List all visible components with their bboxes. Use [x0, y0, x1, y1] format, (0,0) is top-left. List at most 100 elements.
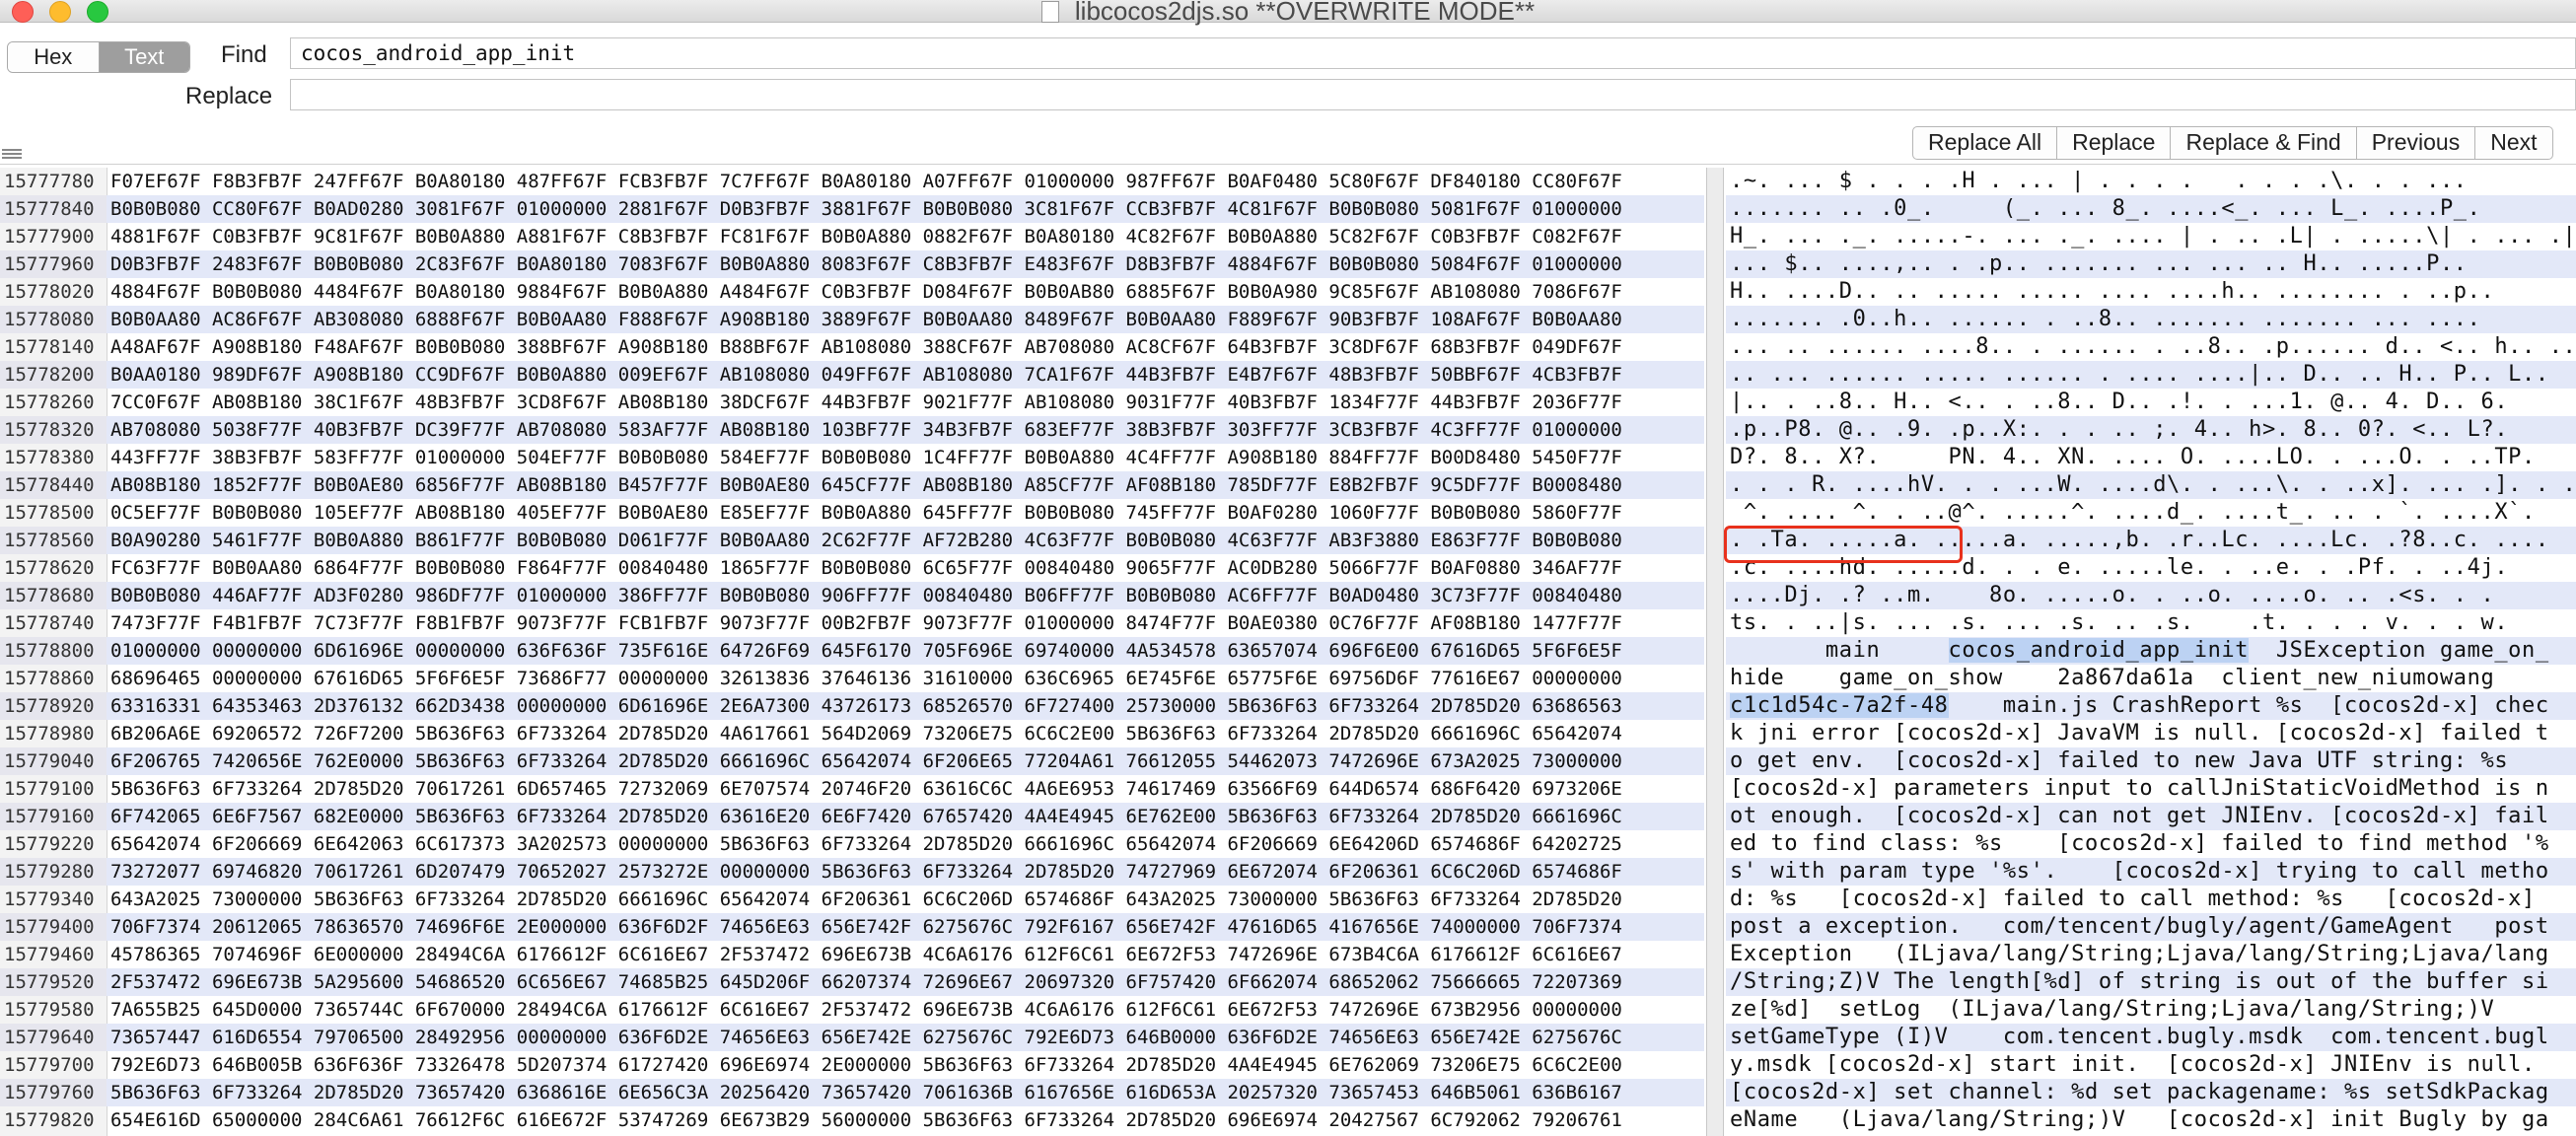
text-row[interactable]: ed to find class: %s [cocos2d-x] failed … — [1726, 830, 2576, 858]
offset-label: 15778860 — [4, 668, 95, 689]
hex-row[interactable]: 4881F67F C0B3FB7F 9C81F67F B0B0A880 A881… — [107, 223, 1704, 250]
offset-label: 15779640 — [0, 1024, 107, 1051]
text-row[interactable]: k jni error [cocos2d-x] JavaVM is null. … — [1726, 720, 2576, 747]
text-row[interactable]: ot enough. [cocos2d-x] can not get JNIEn… — [1726, 803, 2576, 830]
offset-label: 15777780 — [4, 171, 95, 192]
hex-row[interactable]: 68696465 00000000 67616D65 5F6F6E5F 7368… — [107, 665, 1704, 692]
text-row[interactable]: [cocos2d-x] set channel: %d set packagen… — [1726, 1079, 2576, 1106]
hex-row[interactable]: B0AA0180 989DF67F A908B180 CC9DF67F B0B0… — [107, 361, 1704, 389]
hex-editor: 15777780 15777840 15777900 15777960 15778020… — [0, 168, 2576, 1136]
offset-label: 15778920 — [0, 692, 107, 720]
text-row[interactable]: c1c1d54c-7a2f-48 main.js CrashReport %s … — [1726, 692, 2576, 720]
replace-and-find-button[interactable]: Replace & Find — [2171, 127, 2357, 159]
hex-row[interactable]: 01000000 00000000 6D61696E 00000000 636F… — [107, 637, 1704, 665]
text-row[interactable]: s' with param type '%s'. [cocos2d-x] try… — [1726, 858, 2576, 886]
text-row[interactable]: ... $.. ....,.. . .p.. ....... ... ... .… — [1726, 250, 2576, 278]
text-row[interactable]: .p..P8. @.. .9. .p..X:. . . .. ;. 4.. h>… — [1726, 416, 2576, 444]
mode-text-button[interactable]: Text — [99, 42, 189, 72]
hex-row[interactable]: B0B0B080 CC80F67F B0AD0280 3081F67F 0100… — [107, 195, 1704, 223]
hex-row[interactable]: AB708080 5038F77F 40B3FB7F DC39F77F AB70… — [107, 416, 1704, 444]
hex-text-mode-toggle[interactable]: Hex Text — [7, 41, 190, 73]
text-row[interactable]: eName (Ljava/lang/String;)V [cocos2d-x] … — [1726, 1106, 2576, 1134]
hex-row[interactable]: 443FF77F 38B3FB7F 583FF77F 01000000 504E… — [107, 444, 1704, 471]
offset-label: 15778260 — [4, 391, 95, 413]
offset-label: 15778380 — [4, 447, 95, 468]
text-row[interactable]: setGameType (I)V com.tencent.bugly.msdk … — [1726, 1024, 2576, 1051]
hex-row[interactable]: F07EF67F F8B3FB7F 247FF67F B0A80180 487F… — [107, 168, 1704, 195]
offset-label: 15779520 — [0, 968, 107, 996]
hex-row[interactable]: A48AF67F A908B180 F48AF67F B0B0B080 388B… — [107, 333, 1704, 361]
text-row[interactable]: ....Dj. .? ..m. 8o. .....o. . ..o. ....o… — [1726, 582, 2576, 609]
text-row[interactable]: /String;Z)V The length[%d] of string is … — [1726, 968, 2576, 996]
text-row[interactable]: H_. ... ._. .....-. ... ._. .... | . .. … — [1726, 223, 2576, 250]
replace-all-button[interactable]: Replace All — [1913, 127, 2058, 159]
find-label: Find — [221, 41, 267, 68]
offset-label: 15778020 — [4, 281, 95, 303]
hex-row[interactable]: 63316331 64353463 2D376132 662D3438 0000… — [107, 692, 1704, 720]
offset-label: 15778620 — [4, 557, 95, 579]
text-row[interactable]: ....... .0..h.. ...... . ..8.. ....... .… — [1726, 306, 2576, 333]
hex-row[interactable]: 45786365 7074696F 6E000000 28494C6A 6176… — [107, 941, 1704, 968]
text-row[interactable]: |.. . ..8.. H.. <.. . ..8.. D.. .!. . ..… — [1726, 389, 2576, 416]
hex-row[interactable]: 65642074 6F206669 6E642063 6C617373 3A20… — [107, 830, 1704, 858]
hex-row[interactable]: 5B636F63 6F733264 2D785D20 70617261 6D65… — [107, 775, 1704, 803]
offset-label: 15779100 — [4, 778, 95, 800]
hex-row[interactable]: 5B636F63 6F733264 2D785D20 73657420 6368… — [107, 1079, 1704, 1106]
next-button[interactable]: Next — [2475, 127, 2551, 159]
hex-pane[interactable]: F07EF67F F8B3FB7F 247FF67F B0A80180 487F… — [107, 168, 1704, 1136]
mode-hex-button[interactable]: Hex — [8, 42, 100, 72]
hex-row[interactable]: 7473F77F F4B1FB7F 7C73F77F F8B1FB7F 9073… — [107, 609, 1704, 637]
text-row[interactable]: y.msdk [cocos2d-x] start init. [cocos2d-… — [1726, 1051, 2576, 1079]
text-row[interactable]: d: %s [cocos2d-x] failed to call method:… — [1726, 886, 2576, 913]
text-row[interactable]: D?. 8.. X?. PN. 4.. XN. .... O. ....LO. … — [1726, 444, 2576, 471]
hex-row[interactable]: 6F742065 6E6F7567 682E0000 5B636F63 6F73… — [107, 803, 1704, 830]
hex-row[interactable]: FC63F77F B0B0AA80 6864F77F B0B0B080 F864… — [107, 554, 1704, 582]
hex-row[interactable]: 73657447 616D6554 79706500 28492956 0000… — [107, 1024, 1704, 1051]
previous-button[interactable]: Previous — [2357, 127, 2476, 159]
replace-input[interactable] — [290, 79, 2576, 110]
offset-label: 15779820 — [4, 1109, 95, 1131]
text-row[interactable]: post a exception. com/tencent/bugly/agen… — [1726, 913, 2576, 941]
hex-row[interactable]: B0B0B080 446AF77F AD3F0280 986DF77F 0100… — [107, 582, 1704, 609]
hex-row[interactable]: AB08B180 1852F77F B0B0AE80 6856F77F AB08… — [107, 471, 1704, 499]
text-row[interactable]: hide game_on_show 2a867da61a client_new_… — [1726, 665, 2576, 692]
find-input[interactable]: cocos_android_app_init — [290, 37, 2576, 69]
text-row[interactable]: ^. .... ^. . ..@^. .....^. ....d_. ....t… — [1726, 499, 2576, 527]
offset-label: 15779700 — [4, 1054, 95, 1076]
offset-label: 15778140 — [4, 336, 95, 358]
hex-row[interactable]: B0A90280 5461F77F B0B0A880 B861F77F B0B0… — [107, 527, 1704, 554]
hex-row[interactable]: 6F206765 7420656E 762E0000 5B636F63 6F73… — [107, 747, 1704, 775]
text-row[interactable]: [cocos2d-x] parameters input to callJniS… — [1726, 775, 2576, 803]
text-row[interactable]: . . . R. ....hV. . . ...W. ....d\. . ...… — [1726, 471, 2576, 499]
pane-divider[interactable] — [1706, 168, 1724, 1136]
hex-row[interactable]: 2F537472 696E673B 5A295600 54686520 6C65… — [107, 968, 1704, 996]
text-pane[interactable]: .~. ... $ . . . .H . ... | . . . . . . .… — [1726, 168, 2576, 1136]
hex-row[interactable]: D0B3FB7F 2483F67F B0B0B080 2C83F67F B0A8… — [107, 250, 1704, 278]
options-menu-icon[interactable] — [2, 149, 22, 159]
text-row[interactable]: .~. ... $ . . . .H . ... | . . . . . . .… — [1726, 168, 2576, 195]
offset-label: 15778740 — [4, 612, 95, 634]
hex-row[interactable]: 73272077 69746820 70617261 6D207479 7065… — [107, 858, 1704, 886]
hex-row[interactable]: 7A655B25 645D0000 7365744C 6F670000 2849… — [107, 996, 1704, 1024]
hex-row[interactable]: 792E6D73 646B005B 636F636F 73326478 5D20… — [107, 1051, 1704, 1079]
text-row[interactable]: .. ... ...... ..... ...... . .... ....|.… — [1726, 361, 2576, 389]
hex-row[interactable]: 4884F67F B0B0B080 4484F67F B0A80180 9884… — [107, 278, 1704, 306]
text-row[interactable]: Exception (ILjava/lang/String;Ljava/lang… — [1726, 941, 2576, 968]
text-row[interactable]: ze[%d] setLog (ILjava/lang/String;Ljava/… — [1726, 996, 2576, 1024]
hex-row[interactable]: 6B206A6E 69206572 726F7200 5B636F63 6F73… — [107, 720, 1704, 747]
hex-row[interactable]: B0B0AA80 AC86F67F AB308080 6888F67F B0B0… — [107, 306, 1704, 333]
replace-button[interactable]: Replace — [2057, 127, 2172, 159]
text-row[interactable]: ... .. ...... ....8.. . ...... . ..8.. .… — [1726, 333, 2576, 361]
hex-row[interactable]: 706F7374 20612065 78636570 74696F6E 2E00… — [107, 913, 1704, 941]
hex-row[interactable]: 654E616D 65000000 284C6A61 76612F6C 616E… — [107, 1106, 1704, 1134]
text-row[interactable]: H.. ....D.. .. ..... ..... .... ....h.. … — [1726, 278, 2576, 306]
offset-label: 15779760 — [0, 1079, 107, 1106]
hex-row[interactable]: 0C5EF77F B0B0B080 105EF77F AB08B180 405E… — [107, 499, 1704, 527]
hex-row[interactable]: 643A2025 73000000 5B636F63 6F733264 2D78… — [107, 886, 1704, 913]
text-row[interactable]: ....... .. .0_. (_. ... 8_. ....<_. ... … — [1726, 195, 2576, 223]
hex-row[interactable]: 7CC0F67F AB08B180 38C1F67F 48B3FB7F 3CD8… — [107, 389, 1704, 416]
annotation-highlight-box — [1724, 526, 1963, 563]
text-row[interactable]: ts. . ..|s. ... .s. ... .s. .. .s. .t. .… — [1726, 609, 2576, 637]
text-row[interactable]: main cocos_android_app_init JSException … — [1726, 637, 2576, 665]
text-row[interactable]: o get env. [cocos2d-x] failed to new Jav… — [1726, 747, 2576, 775]
